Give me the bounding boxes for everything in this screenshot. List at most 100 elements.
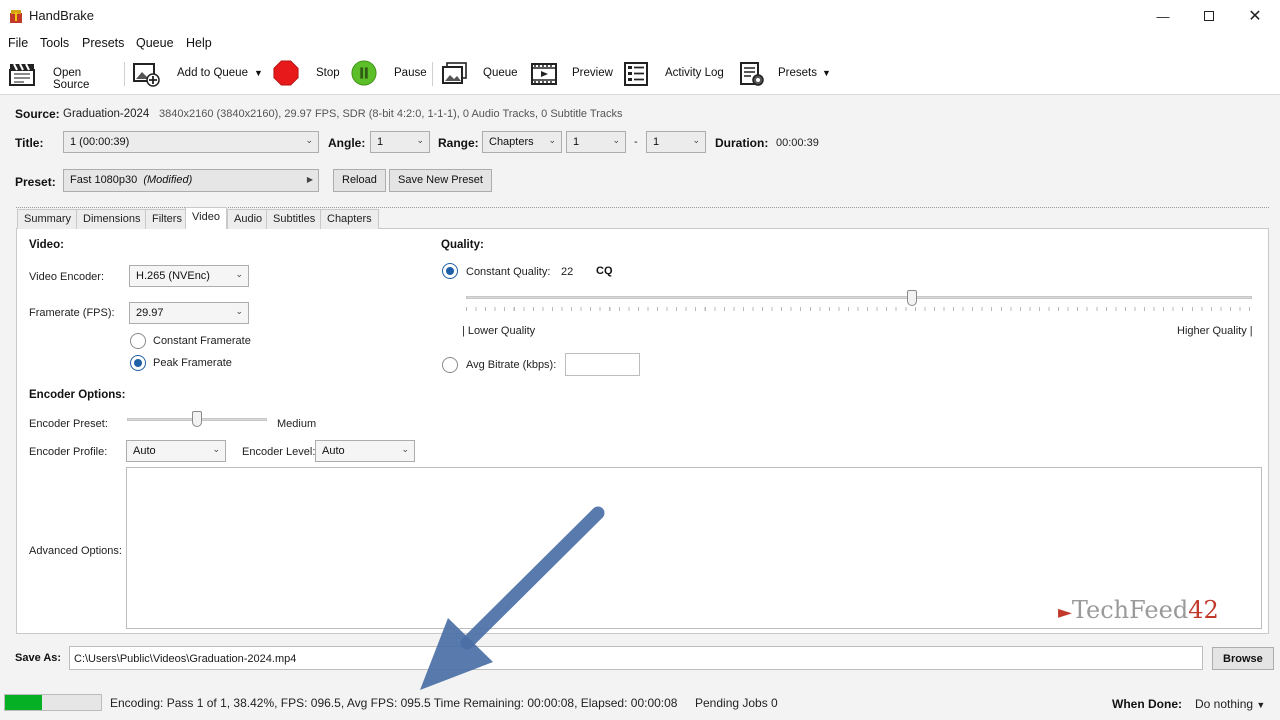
encoder-level-value: Auto [322,445,345,457]
tab-filters[interactable]: Filters [145,209,189,229]
toolbar-separator [124,62,125,86]
range-type-value: Chapters [489,136,534,148]
maximize-button[interactable] [1186,0,1232,32]
add-to-queue-button[interactable]: Add to Queue ▼ [130,54,268,94]
save-new-preset-button[interactable]: Save New Preset [389,169,492,192]
preset-modified: (Modified) [143,174,193,186]
peak-framerate-label: Peak Framerate [153,357,232,369]
title-dropdown-value: 1 (00:00:39) [70,136,130,148]
queue-button[interactable]: Queue [438,54,524,94]
menu-queue[interactable]: Queue [136,36,174,50]
constant-quality-value: 22 [561,266,574,278]
encoder-profile-label: Encoder Profile: [29,446,108,458]
constant-quality-radio[interactable] [442,263,458,279]
menu-file[interactable]: File [8,36,28,50]
preset-label: Preset: [15,175,56,189]
range-dash: - [634,136,638,148]
close-button[interactable]: ✕ [1232,0,1278,32]
video-encoder-value: H.265 (NVEnc) [136,270,210,282]
encoder-preset-slider-thumb[interactable] [192,411,202,427]
presets-label: Presets [778,67,817,79]
range-label: Range: [438,136,479,150]
tab-audio[interactable]: Audio [227,209,270,229]
lower-quality-label: | Lower Quality [462,325,536,337]
tab-dimensions[interactable]: Dimensions [76,209,148,229]
techfeed42-watermark: ►TechFeed42 [1058,596,1219,624]
framerate-label: Framerate (FPS): [29,307,115,319]
stop-label: Stop [316,67,340,79]
advanced-options-label: Advanced Options: [29,545,122,557]
window-title: HandBrake [29,8,95,23]
constant-framerate-label: Constant Framerate [153,335,251,347]
range-from-dropdown[interactable]: 1 ⌄ [566,131,626,153]
encoder-preset-label: Encoder Preset: [29,418,108,430]
preset-name: Fast 1080p30 [70,174,138,186]
menu-bar: File Tools Presets Queue Help [0,32,1280,54]
avg-bitrate-radio[interactable] [442,357,458,373]
film-strip-icon [531,63,557,85]
chevron-down-icon: ▼ [1256,700,1266,710]
range-type-dropdown[interactable]: Chapters ⌄ [482,131,562,153]
tab-chapters[interactable]: Chapters [320,209,379,229]
tab-subtitles[interactable]: Subtitles [266,209,323,229]
menu-presets[interactable]: Presets [82,36,124,50]
video-heading: Video: [29,239,64,251]
encoder-level-dropdown[interactable]: Auto ⌄ [315,440,415,462]
reload-button[interactable]: Reload [333,169,386,192]
chevron-down-icon[interactable]: ▼ [822,68,831,78]
chevron-down-icon: ⌄ [305,135,313,145]
presets-button[interactable]: Presets ▼ [736,54,836,94]
toolbar-separator [432,62,433,86]
range-to-dropdown[interactable]: 1 ⌄ [646,131,706,153]
menu-tools[interactable]: Tools [40,36,69,50]
tab-video[interactable]: Video [185,207,227,229]
watermark-text: TechFeed [1071,596,1189,624]
open-source-button[interactable]: Open Source [6,54,118,94]
source-info: 3840x2160 (3840x2160), 29.97 FPS, SDR (8… [159,108,623,120]
encoder-level-label: Encoder Level: [242,446,316,458]
range-to-value: 1 [653,136,660,148]
avg-bitrate-input[interactable] [565,353,640,376]
chevron-down-icon[interactable]: ▼ [254,68,263,78]
chevron-down-icon: ⌄ [212,444,220,454]
minimize-icon: — [1156,8,1170,24]
save-as-path-input[interactable]: C:\Users\Public\Videos\Graduation-2024.m… [69,646,1203,670]
handbrake-app-icon [10,10,22,23]
tab-summary[interactable]: Summary [17,209,79,229]
title-dropdown[interactable]: 1 (00:00:39) ⌄ [63,131,319,153]
range-from-value: 1 [573,136,580,148]
when-done-dropdown[interactable]: Do nothing ▼ [1195,697,1265,711]
quality-slider-thumb[interactable] [906,290,917,306]
constant-framerate-radio[interactable] [130,333,146,349]
angle-dropdown-value: 1 [377,136,384,148]
peak-framerate-radio[interactable] [130,355,146,371]
preview-button[interactable]: Preview [528,54,614,94]
pause-icon [351,60,377,86]
quality-slider-track[interactable] [466,296,1252,299]
chevron-right-icon: ▶ [306,175,313,184]
encoder-profile-dropdown[interactable]: Auto ⌄ [126,440,226,462]
menu-help[interactable]: Help [186,36,212,50]
angle-dropdown[interactable]: 1 ⌄ [370,131,430,153]
megaphone-icon: ► [1058,602,1072,623]
framerate-dropdown[interactable]: 29.97 ⌄ [129,302,249,324]
browse-button[interactable]: Browse [1212,647,1274,670]
save-as-path-value: C:\Users\Public\Videos\Graduation-2024.m… [74,653,297,665]
pause-button[interactable]: Pause [350,54,428,94]
stop-octagon-icon [273,60,299,86]
source-name: Graduation-2024 [63,108,150,120]
queue-images-icon [442,62,467,84]
chevron-down-icon: ⌄ [235,269,243,279]
duration-value: 00:00:39 [776,137,819,149]
angle-label: Angle: [328,136,366,150]
stop-button[interactable]: Stop [272,54,344,94]
activity-log-button[interactable]: Activity Log [620,54,730,94]
chevron-down-icon: ⌄ [401,444,409,454]
encoding-progress-fill [5,695,42,710]
minimize-button[interactable]: — [1140,0,1186,32]
presets-gear-icon [740,62,764,86]
preset-selector[interactable]: Fast 1080p30 (Modified) ▶ [63,169,319,192]
video-encoder-dropdown[interactable]: H.265 (NVEnc) ⌄ [129,265,249,287]
encoding-progress-bar [4,694,102,711]
toolbar: Open Source Add to Queue ▼ Stop Pause Qu… [0,54,1280,94]
